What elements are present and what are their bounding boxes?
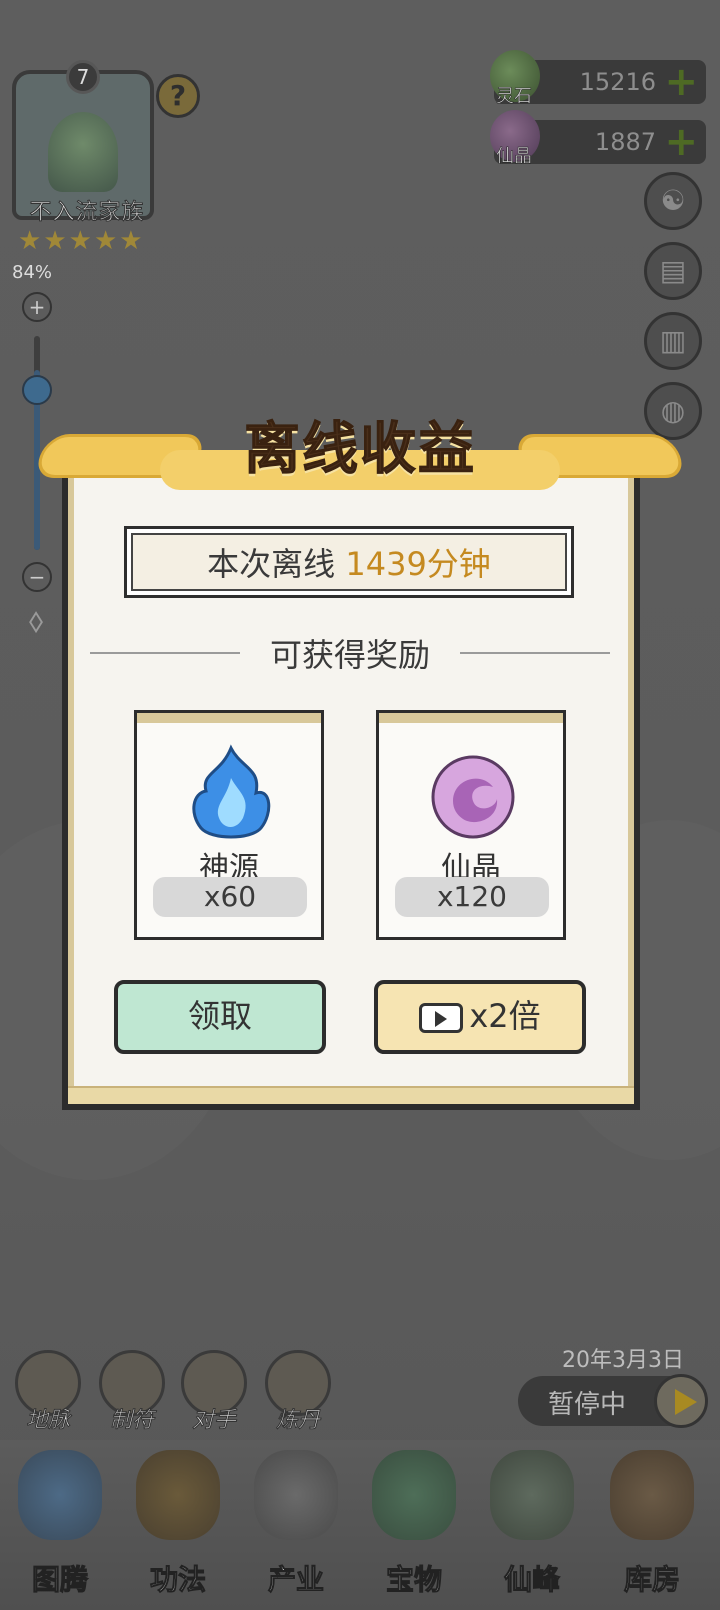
help-button[interactable]: ? xyxy=(156,74,200,118)
family-badge[interactable]: 7 不入流家族 xyxy=(12,60,154,230)
family-stars: ★ ★ ★ ★ ★ xyxy=(18,228,143,254)
reward-quantity: x60 xyxy=(153,877,307,917)
rewards-heading-text: 可获得奖励 xyxy=(269,636,430,674)
skills-icon xyxy=(136,1450,220,1540)
add-immortal-crystal-button[interactable]: + xyxy=(664,122,698,162)
currency-label: 仙晶 xyxy=(496,146,533,168)
star-icon: ★ xyxy=(93,226,118,256)
book-icon: ▥ xyxy=(659,324,687,357)
star-icon: ★ xyxy=(119,226,143,256)
offline-prefix: 本次离线 xyxy=(207,545,346,583)
family-name: 不入流家族 xyxy=(29,200,145,226)
storehouse-icon xyxy=(610,1450,694,1540)
play-icon[interactable] xyxy=(654,1374,708,1428)
star-icon: ★ xyxy=(68,226,92,256)
settings-icon: ☯ xyxy=(660,184,686,217)
double-reward-button[interactable]: x2倍 xyxy=(374,980,586,1054)
nav-label: 功法 xyxy=(149,1563,206,1597)
quick-action-opponent[interactable]: 对手 xyxy=(178,1350,250,1434)
offline-duration: 1439分钟 xyxy=(345,545,491,583)
nav-label: 图腾 xyxy=(31,1563,88,1597)
zoom-out-button[interactable]: − xyxy=(22,562,52,592)
add-spirit-stone-button[interactable]: + xyxy=(664,62,698,102)
industry-icon xyxy=(254,1450,338,1540)
reward-card[interactable]: 神源 x60 xyxy=(134,710,324,940)
nav-industry[interactable]: 产业 xyxy=(240,1450,352,1606)
nav-peak[interactable]: 仙峰 xyxy=(476,1450,588,1606)
game-date: 20年3月3日 xyxy=(562,1348,684,1373)
nav-skills[interactable]: 功法 xyxy=(122,1450,234,1606)
quick-action-alchemy[interactable]: 炼丹 xyxy=(262,1350,334,1434)
treasures-icon xyxy=(372,1450,456,1540)
quick-action-talisman[interactable]: 制符 xyxy=(96,1350,168,1434)
nav-label: 宝物 xyxy=(385,1563,442,1597)
nav-storehouse[interactable]: 库房 xyxy=(596,1450,708,1606)
nav-label: 库房 xyxy=(623,1563,680,1597)
reward-card[interactable]: 仙晶 x120 xyxy=(376,710,566,940)
rewards-heading: 可获得奖励 xyxy=(90,630,610,676)
dialog-title: 离线收益 xyxy=(244,417,476,483)
spirit-stone-counter: 灵石 15216 + xyxy=(490,50,706,107)
location-drop-icon[interactable]: ⬨ xyxy=(18,600,54,642)
scroll-icon: ▤ xyxy=(659,254,687,287)
scroll-button[interactable]: ▤ xyxy=(644,242,702,300)
totem-icon xyxy=(18,1450,102,1540)
quick-action-label: 制符 xyxy=(109,1408,154,1434)
quick-action-label: 炼丹 xyxy=(275,1408,320,1434)
reward-quantity: x120 xyxy=(395,877,549,917)
quick-action-earth-vein[interactable]: 地脉 xyxy=(12,1350,84,1434)
offline-duration-box: 本次离线 1439分钟 xyxy=(124,526,574,598)
nav-label: 仙峰 xyxy=(503,1563,560,1597)
currency-label: 灵石 xyxy=(496,86,533,108)
video-icon xyxy=(419,1003,464,1033)
zoom-in-button[interactable]: + xyxy=(22,292,52,322)
divider-left xyxy=(90,652,240,654)
currency-value: 15216 xyxy=(579,68,656,96)
nav-label: 产业 xyxy=(267,1563,324,1597)
nav-treasures[interactable]: 宝物 xyxy=(358,1450,470,1606)
quick-action-label: 对手 xyxy=(191,1408,236,1434)
pause-label: 暂停中 xyxy=(548,1390,627,1420)
book-button[interactable]: ▥ xyxy=(644,312,702,370)
tree-icon xyxy=(48,112,118,192)
peak-icon xyxy=(490,1450,574,1540)
divider-right xyxy=(460,652,610,654)
nav-totem[interactable]: 图腾 xyxy=(4,1450,116,1606)
currency-value: 1887 xyxy=(594,128,656,156)
claim-button[interactable]: 领取 xyxy=(114,980,326,1054)
blue-flame-icon xyxy=(192,744,271,839)
zoom-percent: 84% xyxy=(12,262,53,283)
pause-toggle[interactable]: 暂停中 xyxy=(518,1374,708,1428)
settings-button[interactable]: ☯ xyxy=(644,172,702,230)
star-icon: ★ xyxy=(43,226,67,256)
purple-crystal-icon xyxy=(431,755,515,839)
immortal-crystal-counter: 仙晶 1887 + xyxy=(490,110,706,167)
family-level-badge: 7 xyxy=(66,60,100,94)
double-label: x2倍 xyxy=(469,997,541,1035)
quick-action-label: 地脉 xyxy=(25,1408,70,1434)
star-icon: ★ xyxy=(18,226,42,256)
